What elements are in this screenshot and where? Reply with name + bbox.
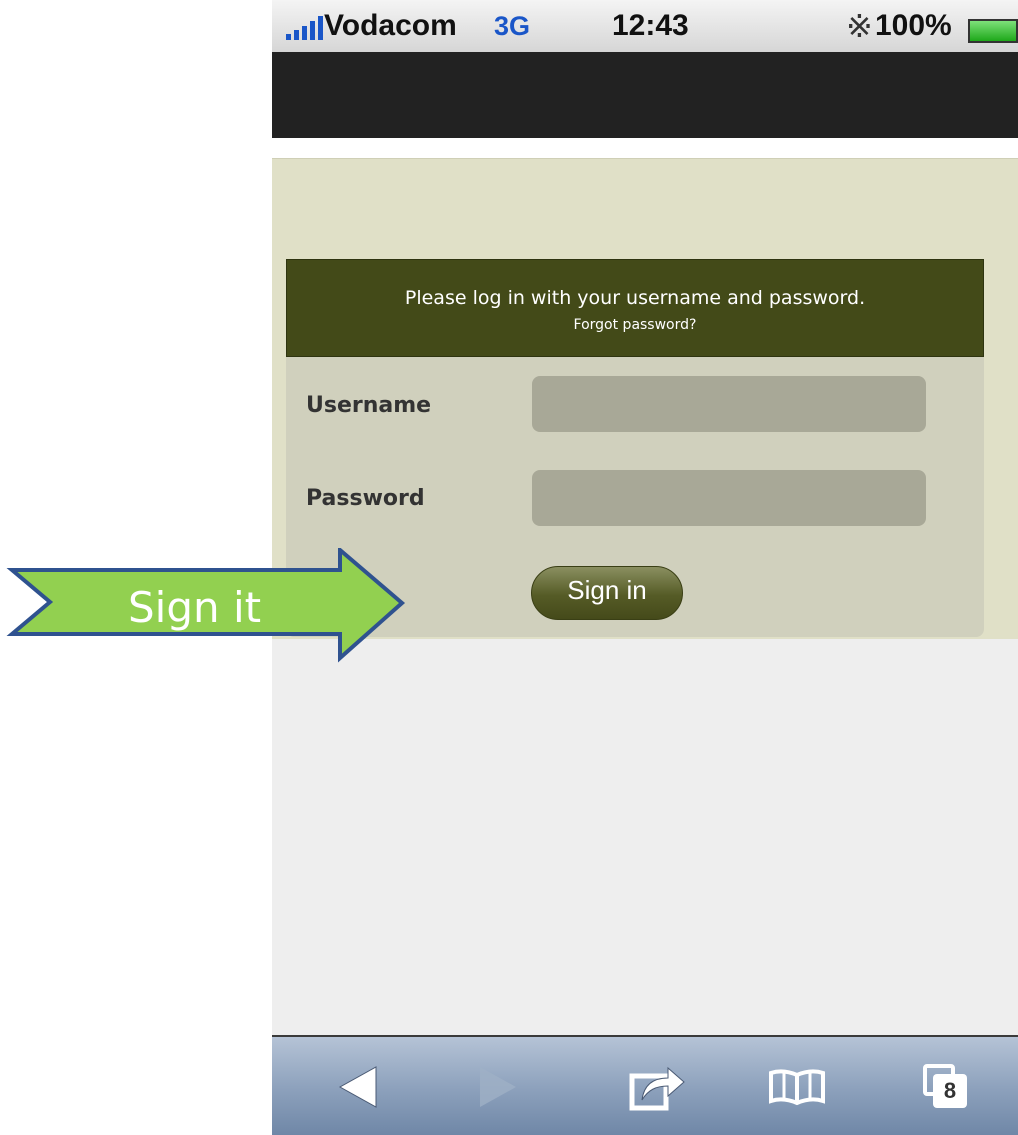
page-header-bar (272, 52, 1018, 138)
tabs-count: 8 (933, 1074, 967, 1108)
carrier-name: Vodacom (324, 9, 457, 42)
share-icon[interactable] (622, 1057, 692, 1117)
status-time: 12:43 (612, 9, 689, 42)
signal-bars-icon (286, 16, 323, 40)
bookmarks-icon[interactable] (762, 1057, 832, 1117)
battery-icon (968, 19, 1018, 43)
login-message: Please log in with your username and pas… (404, 287, 866, 309)
battery-percent: 100% (875, 9, 952, 42)
login-header: Please log in with your username and pas… (286, 259, 984, 357)
annotation-arrow: Sign it (0, 548, 410, 668)
username-label: Username (306, 393, 432, 418)
back-icon[interactable] (328, 1057, 388, 1117)
annotation-label: Sign it (128, 583, 262, 632)
password-input[interactable] (532, 470, 926, 526)
password-label: Password (306, 486, 425, 511)
sign-in-button[interactable]: Sign in (531, 566, 683, 620)
browser-toolbar: 8 (272, 1035, 1018, 1135)
username-input[interactable] (532, 376, 926, 432)
tabs-icon[interactable]: 8 (916, 1057, 976, 1117)
network-type: 3G (494, 11, 531, 41)
status-bar: Vodacom 3G 12:43 ※ 100% (272, 0, 1018, 52)
forward-icon[interactable] (468, 1057, 528, 1117)
bluetooth-icon: ※ (846, 8, 873, 44)
forgot-password-link[interactable]: Forgot password? (287, 317, 983, 333)
header-divider (272, 138, 1018, 158)
